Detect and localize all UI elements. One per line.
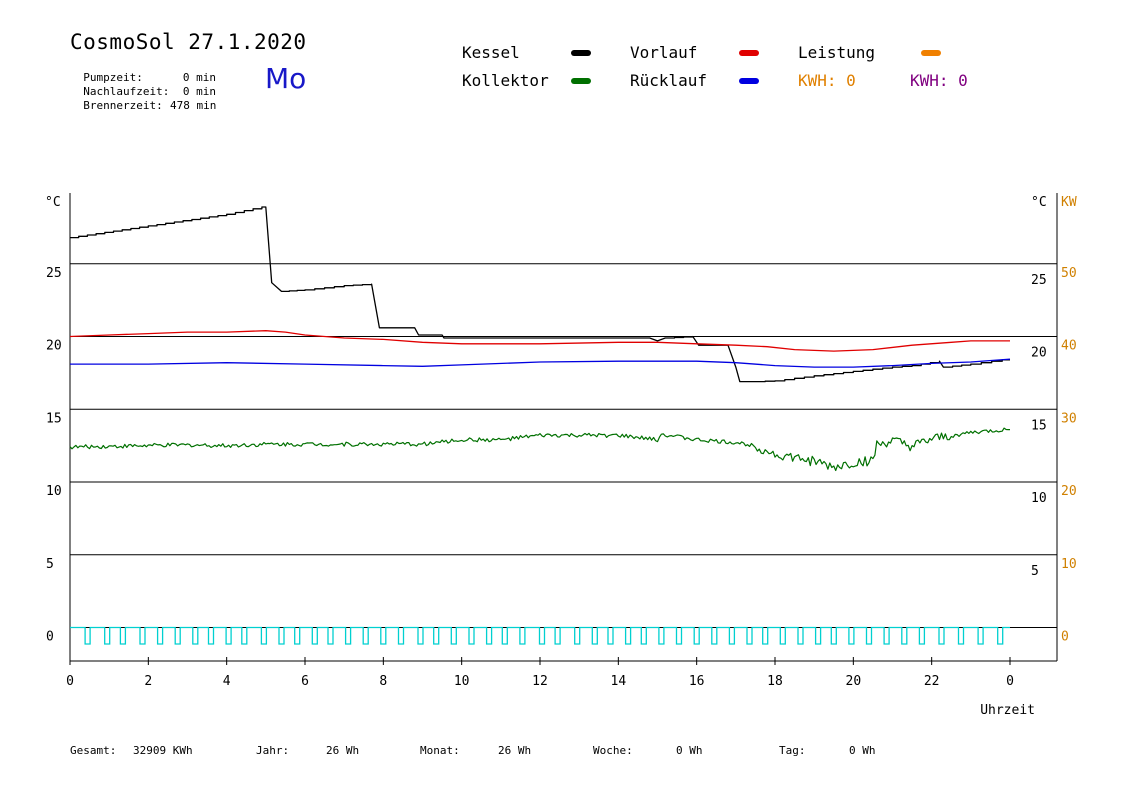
series-line-kessel [70, 206, 1010, 383]
x-tick-label: 18 [767, 674, 783, 689]
y-tick-label-right: 10 [1031, 491, 1047, 506]
y-tick-label-right: 5 [1031, 564, 1039, 579]
y-tick-label-left: 10 [46, 484, 62, 499]
footer-gesamt-value: 32909 KWh [133, 744, 193, 757]
y-tick-label-power: 0 [1061, 630, 1069, 645]
x-tick-label: 20 [846, 674, 862, 689]
chart-series [69, 206, 1011, 645]
series-line-kollektor [69, 427, 1010, 472]
footer-jahr-value: 26 Wh [326, 744, 360, 757]
footer-tag-value: 0 Wh [849, 744, 876, 757]
y-tick-label-power: 40 [1061, 339, 1077, 354]
x-tick-label: 12 [532, 674, 548, 689]
chart-labels: 0 2 4 6 8 10 12 14 16 18 20 22 0 0 5 10 15 20 25 5 10 15 20 25 0… [45, 195, 1077, 718]
y-tick-label-right: 15 [1031, 418, 1047, 433]
footer-jahr-label: Jahr: [256, 744, 290, 757]
footer-tag-label: Tag: [779, 744, 806, 757]
footer-gesamt-label: Gesamt: [70, 744, 117, 757]
footer-woche-label: Woche: [593, 744, 633, 757]
y-tick-label-right: 25 [1031, 273, 1047, 288]
y-tick-label-power: 50 [1061, 266, 1077, 281]
y-tick-label-left: 20 [46, 339, 62, 354]
x-tick-label: 0 [66, 674, 74, 689]
x-axis-label: Uhrzeit [980, 703, 1035, 718]
y-tick-label-left: 25 [46, 266, 62, 281]
y-tick-label-right: 20 [1031, 346, 1047, 361]
x-tick-label: 6 [301, 674, 309, 689]
footer-woche-value: 0 Wh [676, 744, 703, 757]
x-tick-label: 2 [144, 674, 152, 689]
x-tick-label: 4 [223, 674, 231, 689]
temperature-chart: 0 2 4 6 8 10 12 14 16 18 20 22 0 0 5 10 15 20 25 5 10 15 20 25 0… [45, 193, 1077, 718]
x-tick-label: 14 [611, 674, 627, 689]
y-tick-label-left: 0 [46, 630, 54, 645]
y-tick-label-left: 5 [46, 557, 54, 572]
x-tick-label: 22 [924, 674, 940, 689]
footer-monat-value: 26 Wh [498, 744, 532, 757]
y-axis-unit-power: KW [1061, 195, 1077, 210]
series-line-rücklauf [70, 358, 1011, 368]
footer-monat-label: Monat: [420, 744, 460, 757]
y-tick-label-power: 30 [1061, 411, 1077, 426]
y-tick-label-power: 10 [1061, 557, 1077, 572]
y-tick-label-power: 20 [1061, 484, 1077, 499]
series-line-vorlauf [69, 330, 1010, 352]
series-line-pumpe [70, 626, 1010, 645]
x-tick-label: 0 [1006, 674, 1014, 689]
x-tick-label: 10 [454, 674, 470, 689]
x-tick-label: 16 [689, 674, 705, 689]
y-tick-label-left: 15 [46, 411, 62, 426]
y-axis-unit-left: °C [45, 195, 61, 210]
y-axis-unit-right: °C [1031, 195, 1047, 210]
x-tick-label: 8 [379, 674, 387, 689]
